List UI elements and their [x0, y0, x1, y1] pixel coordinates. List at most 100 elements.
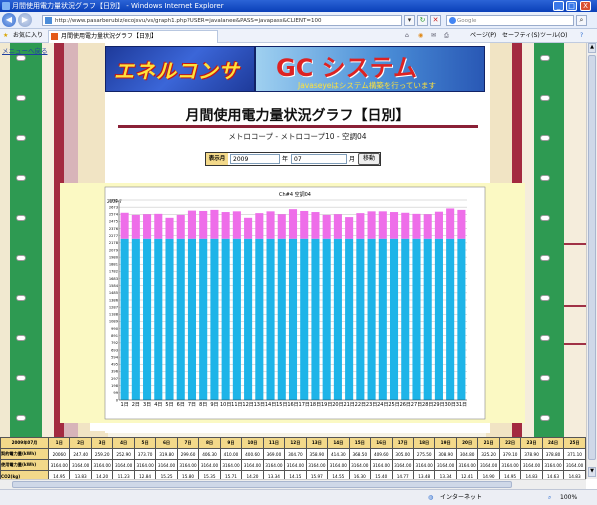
binder-hole-left [16, 295, 26, 301]
table-day-header: 8日 [198, 437, 221, 449]
bar-base [401, 238, 410, 400]
x-tick-label: 27日 [411, 402, 422, 408]
vertical-scroll-thumb[interactable] [588, 55, 596, 460]
print-icon[interactable]: ⎙ [444, 29, 449, 43]
table-day-header: 1日 [47, 437, 71, 449]
maximize-button[interactable]: □ [566, 1, 577, 11]
left-green-band [10, 43, 42, 489]
x-tick-label: 26日 [400, 402, 411, 408]
table-cell: 252.90 [112, 448, 135, 460]
year-unit: 年 [282, 156, 289, 163]
right-mark-2 [564, 305, 586, 307]
bar-top [322, 214, 331, 239]
mail-icon[interactable]: ✉ [431, 29, 436, 43]
y-tick-label: 1386 [109, 298, 119, 302]
dropdown-icon[interactable]: ▾ [404, 15, 415, 26]
stop-icon[interactable]: ✕ [430, 15, 441, 26]
binder-hole-right [540, 255, 550, 261]
year-input[interactable]: 2009 [230, 154, 280, 164]
table-cell: 3164.00 [370, 459, 393, 471]
bar-base [311, 238, 320, 400]
bar-top [221, 212, 230, 239]
binder-hole-left [16, 335, 26, 341]
month-input[interactable]: 07 [291, 154, 347, 164]
table-day-header: 17日 [391, 437, 414, 449]
table-corner-header: 2009年07月 [0, 437, 49, 449]
table-cell: 3164.00 [541, 459, 565, 471]
table-cell: 400.60 [241, 448, 264, 460]
table-cell: 3164.00 [112, 459, 135, 471]
x-tick-label: 23日 [366, 402, 377, 408]
y-tick-label: 2079 [109, 248, 119, 252]
zoom-level[interactable]: 100% [560, 490, 577, 505]
bar-top [199, 210, 208, 239]
bar-top [434, 211, 443, 239]
table-cell: 3164.00 [391, 459, 414, 471]
table-cell: 369.00 [262, 448, 286, 460]
window-title: 月間使用電力量状況グラフ【日別】 - Windows Internet Expl… [12, 2, 224, 10]
page-content: メニューへ戻る エネルコンサ GC システム Javaseyeはシステム構築を行… [0, 43, 586, 489]
favorites-button[interactable]: お気に入り [13, 29, 43, 43]
close-button[interactable]: X [580, 1, 591, 11]
zoom-icon[interactable]: ⌕ [548, 490, 551, 505]
table-cell: 3164.00 [305, 459, 329, 471]
left-decor [0, 43, 10, 489]
binder-hole-left [16, 375, 26, 381]
table-cell: 373.70 [133, 448, 157, 460]
zone-text: インターネット [440, 494, 483, 501]
feed-icon[interactable]: ◉ [418, 29, 423, 43]
help-icon[interactable]: ? [580, 29, 583, 43]
home-icon[interactable]: ⌂ [405, 29, 409, 43]
bar-base [333, 238, 342, 400]
x-tick-label: 11日 [231, 402, 242, 408]
page-title: 月間使用電力量状況グラフ【日別】 [185, 108, 410, 124]
forward-icon[interactable]: ▶ [18, 13, 32, 27]
y-tick-label: 693 [111, 348, 118, 352]
move-button[interactable]: 移動 [358, 153, 380, 165]
star-icon[interactable]: ★ [3, 29, 8, 43]
search-input[interactable]: Google [446, 15, 574, 26]
favorites-toolbar: ★ お気に入り 月間使用電力量状況グラフ【日別】 ⌂ ◉ ✉ ⎙ ページ(P) … [0, 29, 597, 43]
scroll-up-icon[interactable]: ▲ [588, 43, 596, 53]
table-cell: 3164.00 [155, 459, 178, 471]
binder-hole-left [16, 175, 26, 181]
horizontal-scroll-thumb[interactable] [12, 481, 512, 488]
minimize-button[interactable]: _ [553, 1, 564, 11]
bar-top [255, 213, 264, 239]
bar-top [143, 214, 152, 239]
bar-top [412, 213, 421, 239]
table-cell: 3164.00 [47, 459, 71, 471]
bar-base [345, 238, 354, 400]
bar-top [446, 208, 455, 239]
table-cell: 3164.00 [348, 459, 372, 471]
back-to-menu-link[interactable]: メニューへ戻る [2, 45, 48, 55]
bar-top [277, 214, 286, 239]
url-input[interactable]: http://www.pasarberubiz/ecojsvu/vs/graph… [42, 15, 402, 26]
refresh-icon[interactable]: ↻ [417, 15, 428, 26]
banner-right-subtitle: Javaseyeはシステム構築を行っています [298, 81, 436, 90]
vertical-scrollbar[interactable]: ▲ ▼ [586, 43, 597, 479]
table-day-header: 3日 [90, 437, 114, 449]
banner-right: GC システム Javaseyeはシステム構築を行っています [255, 46, 485, 92]
search-go-icon[interactable]: ⌕ [576, 15, 587, 26]
back-icon[interactable]: ◀ [2, 13, 16, 27]
table-day-header: 10日 [241, 437, 264, 449]
page-menu[interactable]: ページ(P) [470, 29, 496, 43]
chart-bottom-gap [90, 423, 490, 431]
bar-base [457, 238, 466, 400]
bar-top [333, 214, 342, 239]
x-tick-label: 15日 [276, 402, 287, 408]
row-label: 使用電力量(kWh) [0, 459, 49, 471]
y-tick-label: 1980 [109, 255, 119, 259]
horizontal-scrollbar[interactable] [0, 479, 586, 489]
table-day-header: 12日 [284, 437, 307, 449]
bar-base [165, 238, 174, 400]
safety-menu[interactable]: セーフティ(S) [502, 29, 540, 43]
browser-tab[interactable]: 月間使用電力量状況グラフ【日別】 [48, 30, 218, 43]
bar-base [446, 238, 455, 400]
tools-menu[interactable]: ツール(O) [540, 29, 567, 43]
scroll-down-icon[interactable]: ▼ [588, 467, 596, 477]
binder-hole-right [540, 295, 550, 301]
x-tick-label: 29日 [433, 402, 444, 408]
x-tick-label: 3日 [143, 402, 151, 408]
